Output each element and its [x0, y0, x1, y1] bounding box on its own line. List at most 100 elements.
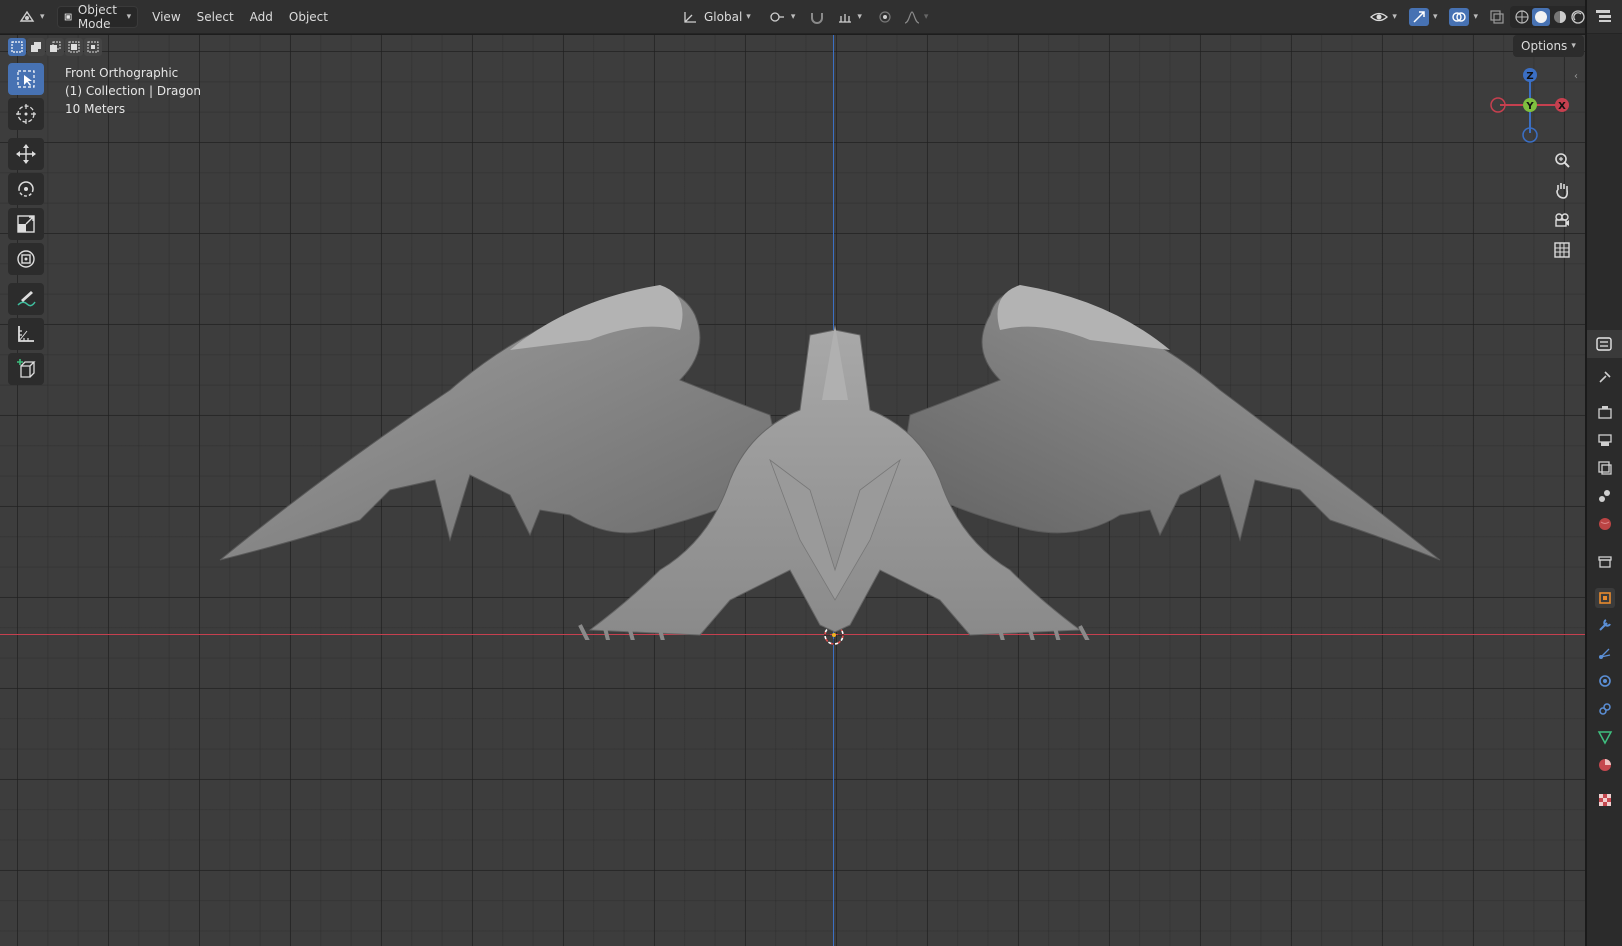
- visibility-dropdown[interactable]: ▾: [1364, 6, 1403, 28]
- move-icon[interactable]: [8, 138, 44, 170]
- add-cube-icon[interactable]: [8, 353, 44, 385]
- object-icon[interactable]: [1595, 588, 1615, 608]
- annotate-icon[interactable]: [8, 283, 44, 315]
- snap-toggle[interactable]: [803, 6, 831, 28]
- orientation-label: Global: [704, 9, 743, 24]
- data-icon[interactable]: [1595, 727, 1615, 747]
- object-mode-icon: [64, 13, 72, 20]
- tool-icon[interactable]: [1595, 367, 1615, 387]
- editor-type-button[interactable]: ▾: [12, 6, 51, 28]
- measure-icon[interactable]: [8, 318, 44, 350]
- outliner-header: [1587, 0, 1622, 34]
- dragon-model[interactable]: [210, 240, 1450, 640]
- viewport-header: ▾ Object Mode ▾ View Select Add Object G…: [0, 0, 1599, 34]
- select-new-icon[interactable]: [8, 38, 26, 56]
- gizmo-z-label: Z: [1526, 71, 1533, 82]
- overlays-icon: [1449, 7, 1470, 26]
- material-icon[interactable]: [1595, 755, 1615, 775]
- gizmo-icon: [1408, 7, 1429, 26]
- viewport-info: Front Orthographic (1) Collection | Drag…: [65, 64, 201, 118]
- 3d-viewport-icon: [19, 10, 35, 22]
- chevron-down-icon: ▾: [1473, 11, 1478, 22]
- scene-icon[interactable]: [1595, 486, 1615, 506]
- navigation-gizmo[interactable]: Z X Y: [1490, 63, 1570, 147]
- chevron-left-icon[interactable]: ‹: [1574, 71, 1578, 82]
- collection-icon[interactable]: [1595, 552, 1615, 572]
- options-dropdown[interactable]: Options ▾: [1513, 35, 1584, 57]
- outliner-icon[interactable]: [1595, 9, 1615, 23]
- properties-header: [1587, 330, 1622, 358]
- constraints-icon[interactable]: [1595, 699, 1615, 719]
- rendered-shading-icon[interactable]: [1570, 9, 1586, 25]
- pivot-icon: [770, 11, 784, 22]
- menu-object[interactable]: Object: [281, 6, 336, 28]
- collection-info: (1) Collection | Dragon: [65, 84, 201, 98]
- blender-window: ▾ Object Mode ▾ View Select Add Object G…: [0, 0, 1622, 946]
- gizmo-toggle[interactable]: ▾: [1403, 6, 1444, 28]
- proportional-falloff-dropdown[interactable]: ▾: [898, 6, 935, 28]
- menu-add[interactable]: Add: [242, 6, 281, 28]
- grid-scale: 10 Meters: [65, 102, 126, 116]
- physics-icon[interactable]: [1595, 671, 1615, 691]
- solid-shading-icon[interactable]: [1532, 7, 1550, 26]
- world-icon[interactable]: [1595, 514, 1615, 534]
- view-name: Front Orthographic: [65, 66, 179, 80]
- mode-label: Object Mode: [77, 2, 117, 31]
- material-preview-shading-icon[interactable]: [1552, 9, 1568, 25]
- select-extend-icon[interactable]: [27, 38, 45, 56]
- select-intersect-icon[interactable]: [84, 38, 102, 56]
- xray-icon: [1490, 9, 1504, 24]
- perspective-toggle-icon[interactable]: [1548, 236, 1576, 264]
- gizmo-x-label: X: [1558, 101, 1566, 112]
- wireframe-shading-icon[interactable]: [1514, 9, 1530, 25]
- output-icon[interactable]: [1595, 430, 1615, 450]
- particles-icon[interactable]: [1595, 643, 1615, 663]
- rotate-icon[interactable]: [8, 173, 44, 205]
- chevron-down-icon: ▾: [1571, 41, 1576, 51]
- cursor-icon[interactable]: [8, 98, 44, 130]
- texture-icon[interactable]: [1595, 790, 1615, 810]
- snap-target-dropdown[interactable]: ▾: [831, 6, 868, 28]
- chevron-down-icon: ▾: [1432, 11, 1438, 22]
- transform-icon[interactable]: [8, 243, 44, 275]
- chevron-down-icon: ▾: [1392, 11, 1397, 22]
- proportional-icon: [879, 10, 891, 23]
- select-invert-icon[interactable]: [65, 38, 83, 56]
- falloff-curve-icon: [904, 10, 920, 24]
- menu-select[interactable]: Select: [189, 6, 242, 28]
- select-subtract-icon[interactable]: [46, 38, 64, 56]
- pivot-point-dropdown[interactable]: ▾: [763, 6, 802, 28]
- gizmo-y-label: Y: [1525, 101, 1534, 112]
- menu-view[interactable]: View: [144, 6, 188, 28]
- select-box-icon[interactable]: [8, 63, 44, 95]
- 3d-viewport[interactable]: Options ▾ ‹ Front Orthographic (1) Colle…: [0, 35, 1585, 946]
- eye-icon: [1370, 12, 1389, 21]
- properties-editor-icon[interactable]: [1596, 337, 1614, 351]
- zoom-icon[interactable]: [1548, 146, 1576, 174]
- chevron-down-icon: ▾: [923, 11, 929, 22]
- chevron-down-icon: ▾: [857, 11, 862, 22]
- orientation-icon: [684, 11, 696, 23]
- scale-icon[interactable]: [8, 208, 44, 240]
- chevron-down-icon: ▾: [790, 11, 796, 22]
- chevron-down-icon: ▾: [746, 11, 751, 22]
- proportional-editing-toggle[interactable]: [872, 6, 898, 28]
- magnet-icon: [811, 12, 824, 24]
- view-layer-icon[interactable]: [1595, 458, 1615, 478]
- properties-editor-strip: [1585, 0, 1622, 946]
- select-mode-group: [8, 35, 103, 59]
- shading-mode-group: [1510, 5, 1590, 28]
- xray-toggle[interactable]: [1484, 6, 1510, 28]
- camera-view-icon[interactable]: [1548, 206, 1576, 234]
- chevron-down-icon: ▾: [126, 11, 132, 22]
- tool-shelf: [8, 63, 48, 393]
- render-icon[interactable]: [1595, 402, 1615, 422]
- options-label: Options: [1521, 39, 1568, 53]
- chevron-down-icon: ▾: [40, 11, 45, 22]
- mode-dropdown[interactable]: Object Mode ▾: [56, 2, 139, 31]
- modifier-icon[interactable]: [1595, 615, 1615, 635]
- hand-pan-icon[interactable]: [1548, 176, 1576, 204]
- overlays-toggle[interactable]: ▾: [1443, 6, 1484, 28]
- snap-increment-icon: [839, 13, 852, 23]
- transform-orientation-dropdown[interactable]: Global ▾: [676, 6, 757, 28]
